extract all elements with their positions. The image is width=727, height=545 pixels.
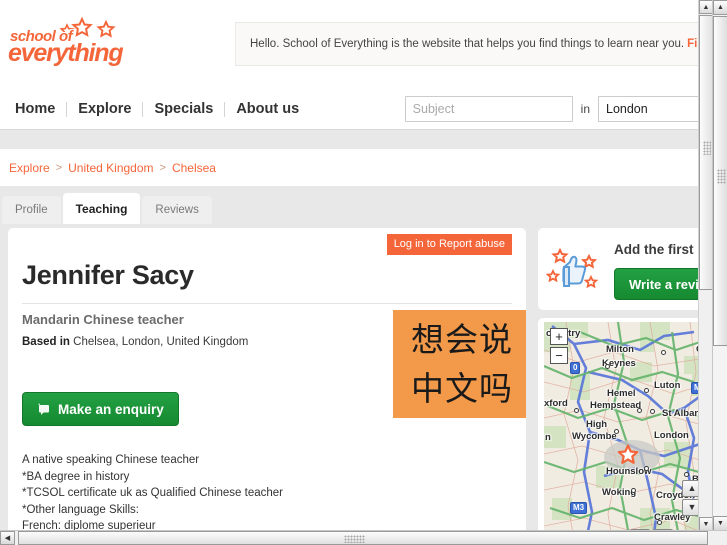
map-city-dot xyxy=(614,429,619,434)
map-city-dot xyxy=(650,409,655,414)
breadcrumb: Explore > United Kingdom > Chelsea xyxy=(0,149,712,186)
tab-profile[interactable]: Profile xyxy=(2,196,61,224)
map-place-label: London xyxy=(654,430,689,441)
map-zoom-in-button[interactable]: + xyxy=(550,328,568,345)
tab-teaching[interactable]: Teaching xyxy=(62,193,141,224)
profile-tabs: Profile Teaching Reviews xyxy=(0,186,712,224)
map-city-dot xyxy=(661,350,666,355)
bio-line: *TCSOL certificate uk as Qualified Chine… xyxy=(22,487,284,499)
hscroll-grip xyxy=(344,535,365,543)
breadcrumb-item-chelsea[interactable]: Chelsea xyxy=(172,161,216,175)
breadcrumb-separator: > xyxy=(159,161,166,174)
outer-scroll-grip xyxy=(717,169,726,184)
nav-item-specials[interactable]: Specials xyxy=(143,101,226,117)
nav-item-about-us[interactable]: About us xyxy=(225,101,310,117)
nav-item-home[interactable]: Home xyxy=(4,101,68,117)
main-navigation: Home Explore Specials About us in xyxy=(0,88,712,130)
map-widget[interactable]: oventryMiltonKeynesCLutonHemelHempsteadx… xyxy=(544,322,706,531)
title-divider xyxy=(22,303,512,304)
location-input[interactable] xyxy=(598,96,712,122)
map-city-dot xyxy=(637,408,642,413)
subject-input[interactable] xyxy=(404,96,573,122)
speech-bubble-icon xyxy=(38,403,49,415)
map-place-label: xford xyxy=(544,398,568,409)
teaching-image-line-2: 中文吗 xyxy=(411,369,513,408)
write-review-button[interactable]: Write a revie xyxy=(614,268,706,300)
map-zoom-out-button[interactable]: − xyxy=(550,347,568,364)
tab-reviews[interactable]: Reviews xyxy=(142,196,212,224)
map-road-shield: M3 xyxy=(570,502,588,514)
map-city-dot xyxy=(644,466,649,471)
map-place-label: Milton xyxy=(606,344,634,355)
inner-scroll-thumb[interactable] xyxy=(699,15,713,290)
bio-line: *Other language Skills: xyxy=(22,503,139,516)
hscroll-left-button[interactable]: ◀ xyxy=(0,531,15,545)
map-place-label: Luton xyxy=(654,380,681,391)
report-abuse-button[interactable]: Log in to Report abuse xyxy=(386,234,512,255)
nav-item-explore[interactable]: Explore xyxy=(67,101,144,117)
profile-card: Log in to Report abuse Jennifer Sacy Man… xyxy=(8,228,526,531)
map-city-dot xyxy=(644,388,649,393)
based-in-line: Based in Chelsea, London, United Kingdom xyxy=(22,336,248,348)
inner-scroll-down-button[interactable]: ▼ xyxy=(699,517,713,531)
welcome-banner: Hello. School of Everything is the websi… xyxy=(235,22,704,66)
map-place-label: n xyxy=(545,432,551,443)
nav-links: Home Explore Specials About us xyxy=(4,88,310,130)
inner-scroll-grip xyxy=(703,141,711,155)
horizontal-scrollbar[interactable]: ◀ xyxy=(0,530,727,545)
map-place-label: High xyxy=(586,419,608,430)
inner-vertical-scrollbar[interactable]: ▲ ▼ xyxy=(698,0,713,531)
make-enquiry-button[interactable]: Make an enquiry xyxy=(22,392,179,426)
map-place-label: Wycombe xyxy=(572,431,617,442)
map-city-dot xyxy=(684,472,689,477)
map-place-label: Hemel xyxy=(607,388,636,399)
map-city-dot xyxy=(574,408,579,413)
reviews-panel-title: Add the first re xyxy=(614,242,706,257)
search-form: in xyxy=(404,96,712,122)
search-in-label: in xyxy=(580,102,590,116)
outer-scroll-down-button[interactable]: ▼ xyxy=(713,516,727,531)
profile-subtitle: Mandarin Chinese teacher xyxy=(22,312,184,327)
browser-viewport: school of everything Hello. School of Ev… xyxy=(0,0,727,545)
inner-scroll-up-button[interactable]: ▲ xyxy=(699,0,713,14)
welcome-banner-text: Hello. School of Everything is the websi… xyxy=(250,38,685,50)
star-marker-icon xyxy=(617,444,639,464)
map-city-dot xyxy=(631,488,636,493)
make-enquiry-label: Make an enquiry xyxy=(58,401,164,417)
map-zoom-controls: + − xyxy=(550,328,568,364)
thumbs-up-with-stars-icon xyxy=(546,247,599,289)
bio-line: *BA degree in history xyxy=(22,470,130,483)
based-in-label: Based in xyxy=(22,336,70,348)
profile-bio: A native speaking Chinese teacher *BA de… xyxy=(22,452,502,531)
breadcrumb-item-explore[interactable]: Explore xyxy=(9,161,50,175)
site-header: school of everything Hello. School of Ev… xyxy=(0,0,712,88)
based-in-value: Chelsea, London, United Kingdom xyxy=(73,336,249,348)
map-city-dot xyxy=(657,520,662,525)
content-area: Log in to Report abuse Jennifer Sacy Man… xyxy=(0,224,712,531)
site-logo[interactable]: school of everything xyxy=(6,6,124,72)
hscroll-thumb[interactable] xyxy=(18,531,708,545)
outer-scroll-thumb[interactable] xyxy=(713,16,727,346)
map-road-shield: 0 xyxy=(570,362,581,374)
breadcrumb-item-united-kingdom[interactable]: United Kingdom xyxy=(68,161,153,175)
outer-scroll-up-button[interactable]: ▲ xyxy=(713,0,727,15)
header-gap xyxy=(0,130,712,149)
breadcrumb-separator: > xyxy=(55,161,63,174)
teaching-image: 想会说 中文吗 xyxy=(393,310,526,418)
reviews-panel: Add the first re Write a revie xyxy=(538,228,706,310)
logo-line-2: everything xyxy=(8,39,124,67)
page-content: school of everything Hello. School of Ev… xyxy=(0,0,712,531)
bio-line: A native speaking Chinese teacher xyxy=(22,454,200,466)
page-title: Jennifer Sacy xyxy=(22,260,194,290)
map-card: oventryMiltonKeynesCLutonHemelHempsteadx… xyxy=(538,318,706,531)
map-city-dot xyxy=(605,364,610,369)
teaching-image-line-1: 想会说 xyxy=(411,320,513,359)
map-place-label: Hempstead xyxy=(590,400,642,411)
outer-vertical-scrollbar[interactable]: ▲ ▼ xyxy=(712,0,727,531)
